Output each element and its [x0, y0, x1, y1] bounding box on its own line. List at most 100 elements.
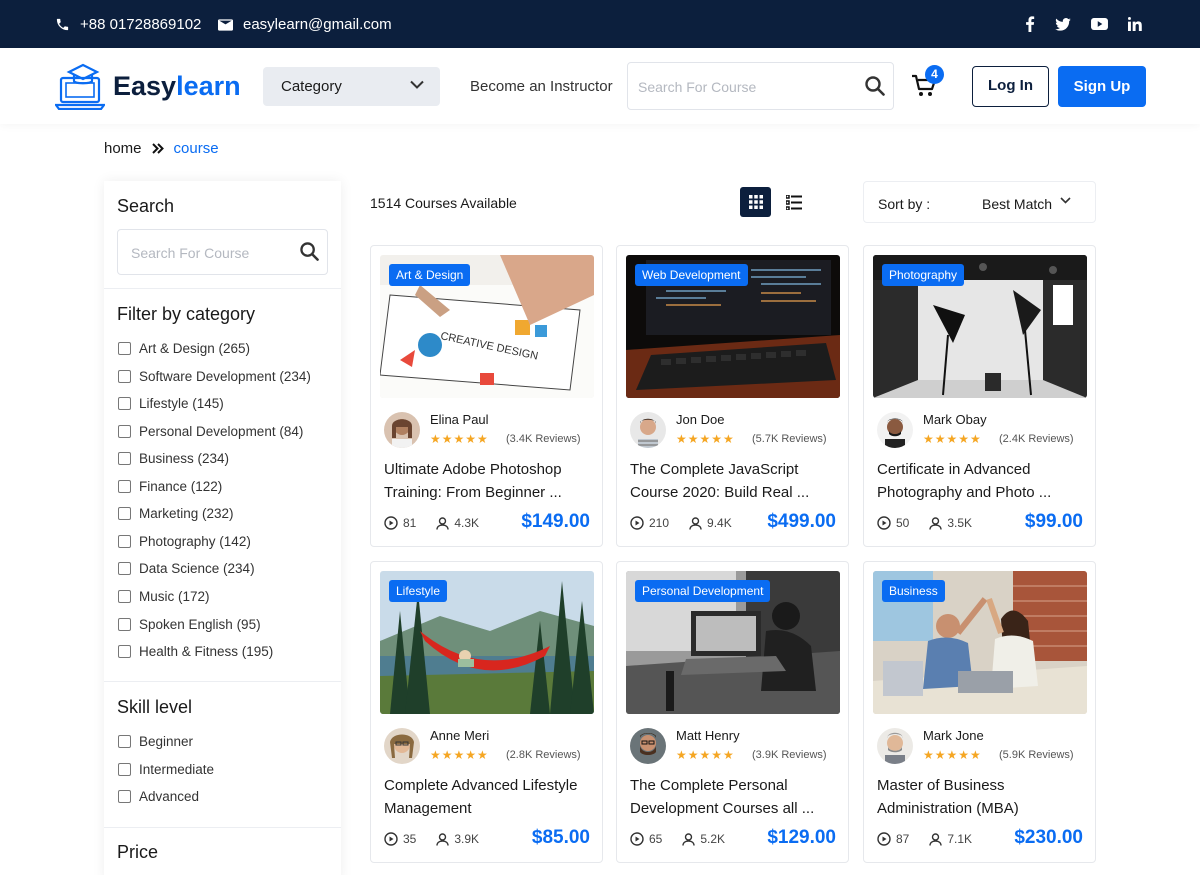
author-name[interactable]: Mark Obay — [923, 412, 987, 427]
course-card[interactable]: Web Development Jon Doe ★★★★★ (5.7K Revi… — [616, 245, 849, 547]
sidebar-search-input[interactable]: Search For Course — [117, 229, 328, 275]
category-tag[interactable]: Lifestyle — [389, 580, 448, 602]
student-count: 5.2K — [700, 832, 726, 846]
category-tag[interactable]: Business — [882, 580, 945, 602]
skill-checkbox[interactable]: Beginner — [118, 734, 193, 749]
play-circle-icon — [384, 832, 398, 846]
lesson-count: 50 — [896, 516, 910, 530]
course-meta: 210 9.4K — [630, 516, 732, 530]
author-name[interactable]: Anne Meri — [430, 728, 489, 743]
course-title[interactable]: Ultimate Adobe Photoshop Training: From B… — [384, 458, 594, 504]
course-price: $230.00 — [1014, 827, 1083, 848]
course-thumbnail: Web Development — [626, 255, 840, 398]
lesson-count: 81 — [403, 516, 417, 530]
course-card[interactable]: CREATIVE DESIGN Art & Design Elina Paul … — [370, 245, 603, 547]
filter-sidebar: Search Search For Course Filter by categ… — [104, 181, 341, 875]
course-thumbnail: Photography — [873, 255, 1087, 398]
login-button[interactable]: Log In — [972, 66, 1049, 107]
category-checkbox[interactable]: Data Science (234) — [118, 561, 255, 576]
category-checkbox[interactable]: Spoken English (95) — [118, 617, 261, 632]
avatar — [630, 412, 666, 448]
category-checkbox[interactable]: Business (234) — [118, 451, 229, 466]
phone-number: +88 01728869102 — [80, 16, 202, 33]
linkedin-icon[interactable] — [1126, 15, 1144, 33]
category-label: Category — [281, 78, 342, 95]
category-checkbox[interactable]: Art & Design (265) — [118, 341, 250, 356]
rating-stars: ★★★★★ — [676, 748, 735, 762]
graduation-laptop-icon — [55, 63, 105, 110]
course-title[interactable]: Complete Advanced Lifestyle Management — [384, 774, 594, 820]
lesson-count: 87 — [896, 832, 910, 846]
course-title[interactable]: The Complete Personal Development Courses… — [630, 774, 840, 820]
skill-checkbox[interactable]: Advanced — [118, 789, 199, 804]
category-checkbox[interactable]: Photography (142) — [118, 534, 251, 549]
category-filter-section: Filter by category Art & Design (265) So… — [104, 289, 341, 682]
signup-button[interactable]: Sign Up — [1058, 66, 1146, 107]
author-name[interactable]: Jon Doe — [676, 412, 724, 427]
category-tag[interactable]: Personal Development — [635, 580, 771, 602]
lesson-count: 35 — [403, 832, 417, 846]
rating-stars: ★★★★★ — [676, 432, 735, 446]
skill-checkbox[interactable]: Intermediate — [118, 762, 214, 777]
course-card[interactable]: Personal Development Matt Henry ★★★★★ (3… — [616, 561, 849, 863]
double-chevron-right-icon — [151, 143, 164, 154]
search-icon[interactable] — [300, 242, 319, 261]
course-meta: 35 3.9K — [384, 832, 479, 846]
course-card[interactable]: Photography Mark Obay ★★★★★ (2.4K Review… — [863, 245, 1096, 547]
category-checkbox[interactable]: Health & Fitness (195) — [118, 644, 273, 659]
grid-view-button[interactable] — [740, 187, 771, 217]
phone-contact[interactable]: +88 01728869102 — [55, 16, 201, 33]
category-checkbox[interactable]: Lifestyle (145) — [118, 396, 224, 411]
search-placeholder: Search For Course — [638, 79, 757, 95]
category-checkbox[interactable]: Personal Development (84) — [118, 424, 303, 439]
courses-count: 1514 Courses Available — [370, 195, 517, 211]
chevron-down-icon — [1060, 197, 1071, 204]
user-icon — [689, 516, 702, 530]
course-title[interactable]: Master of Business Administration (MBA) — [877, 774, 1087, 820]
review-count: (3.4K Reviews) — [506, 433, 581, 445]
category-tag[interactable]: Web Development — [635, 264, 748, 286]
student-count: 9.4K — [707, 516, 732, 530]
course-card[interactable]: Business Mark Jone ★★★★★ (5.9K Reviews) … — [863, 561, 1096, 863]
category-tag[interactable]: Photography — [882, 264, 965, 286]
course-meta: 87 7.1K — [877, 832, 972, 846]
breadcrumb-home[interactable]: home — [104, 140, 142, 157]
breadcrumb: home course — [104, 140, 219, 157]
twitter-icon[interactable] — [1054, 15, 1072, 33]
become-instructor-link[interactable]: Become an Instructor — [470, 78, 613, 95]
sort-dropdown[interactable]: Sort by : Best Match — [863, 181, 1096, 223]
skill-level-section: Skill level Beginner Intermediate Advanc… — [104, 682, 341, 828]
category-checkbox[interactable]: Marketing (232) — [118, 506, 234, 521]
course-price: $149.00 — [521, 511, 590, 532]
rating-stars: ★★★★★ — [430, 432, 489, 446]
sort-value: Best Match — [982, 196, 1053, 212]
price-heading: Price — [117, 842, 159, 862]
course-title[interactable]: The Complete JavaScript Course 2020: Buil… — [630, 458, 840, 504]
category-dropdown[interactable]: Category — [263, 67, 440, 106]
course-price: $99.00 — [1024, 511, 1083, 532]
mail-icon — [218, 18, 233, 31]
course-card[interactable]: Lifestyle Anne Meri ★★★★★ (2.8K Reviews)… — [370, 561, 603, 863]
list-view-button[interactable] — [778, 187, 809, 217]
skill-level-heading: Skill level — [117, 697, 193, 717]
category-tag[interactable]: Art & Design — [389, 264, 471, 286]
review-count: (5.7K Reviews) — [752, 433, 827, 445]
youtube-icon[interactable] — [1090, 15, 1108, 33]
review-count: (3.9K Reviews) — [752, 749, 827, 761]
email-contact[interactable]: easylearn@gmail.com — [218, 16, 392, 33]
header-search-input[interactable]: Search For Course — [627, 62, 894, 110]
author-name[interactable]: Matt Henry — [676, 728, 740, 743]
facebook-icon[interactable] — [1021, 15, 1039, 33]
user-icon — [436, 516, 450, 530]
logo[interactable]: Easylearn — [55, 62, 241, 110]
author-name[interactable]: Mark Jone — [923, 728, 984, 743]
course-title[interactable]: Certificate in Advanced Photography and P… — [877, 458, 1087, 504]
course-thumbnail: Lifestyle — [380, 571, 594, 714]
category-checkbox[interactable]: Music (172) — [118, 589, 210, 604]
search-icon[interactable] — [865, 76, 885, 96]
author-name[interactable]: Elina Paul — [430, 412, 489, 427]
category-checkbox[interactable]: Finance (122) — [118, 479, 222, 494]
search-section: Search Search For Course — [104, 181, 341, 289]
category-checkbox[interactable]: Software Development (234) — [118, 369, 311, 384]
rating-stars: ★★★★★ — [430, 748, 489, 762]
